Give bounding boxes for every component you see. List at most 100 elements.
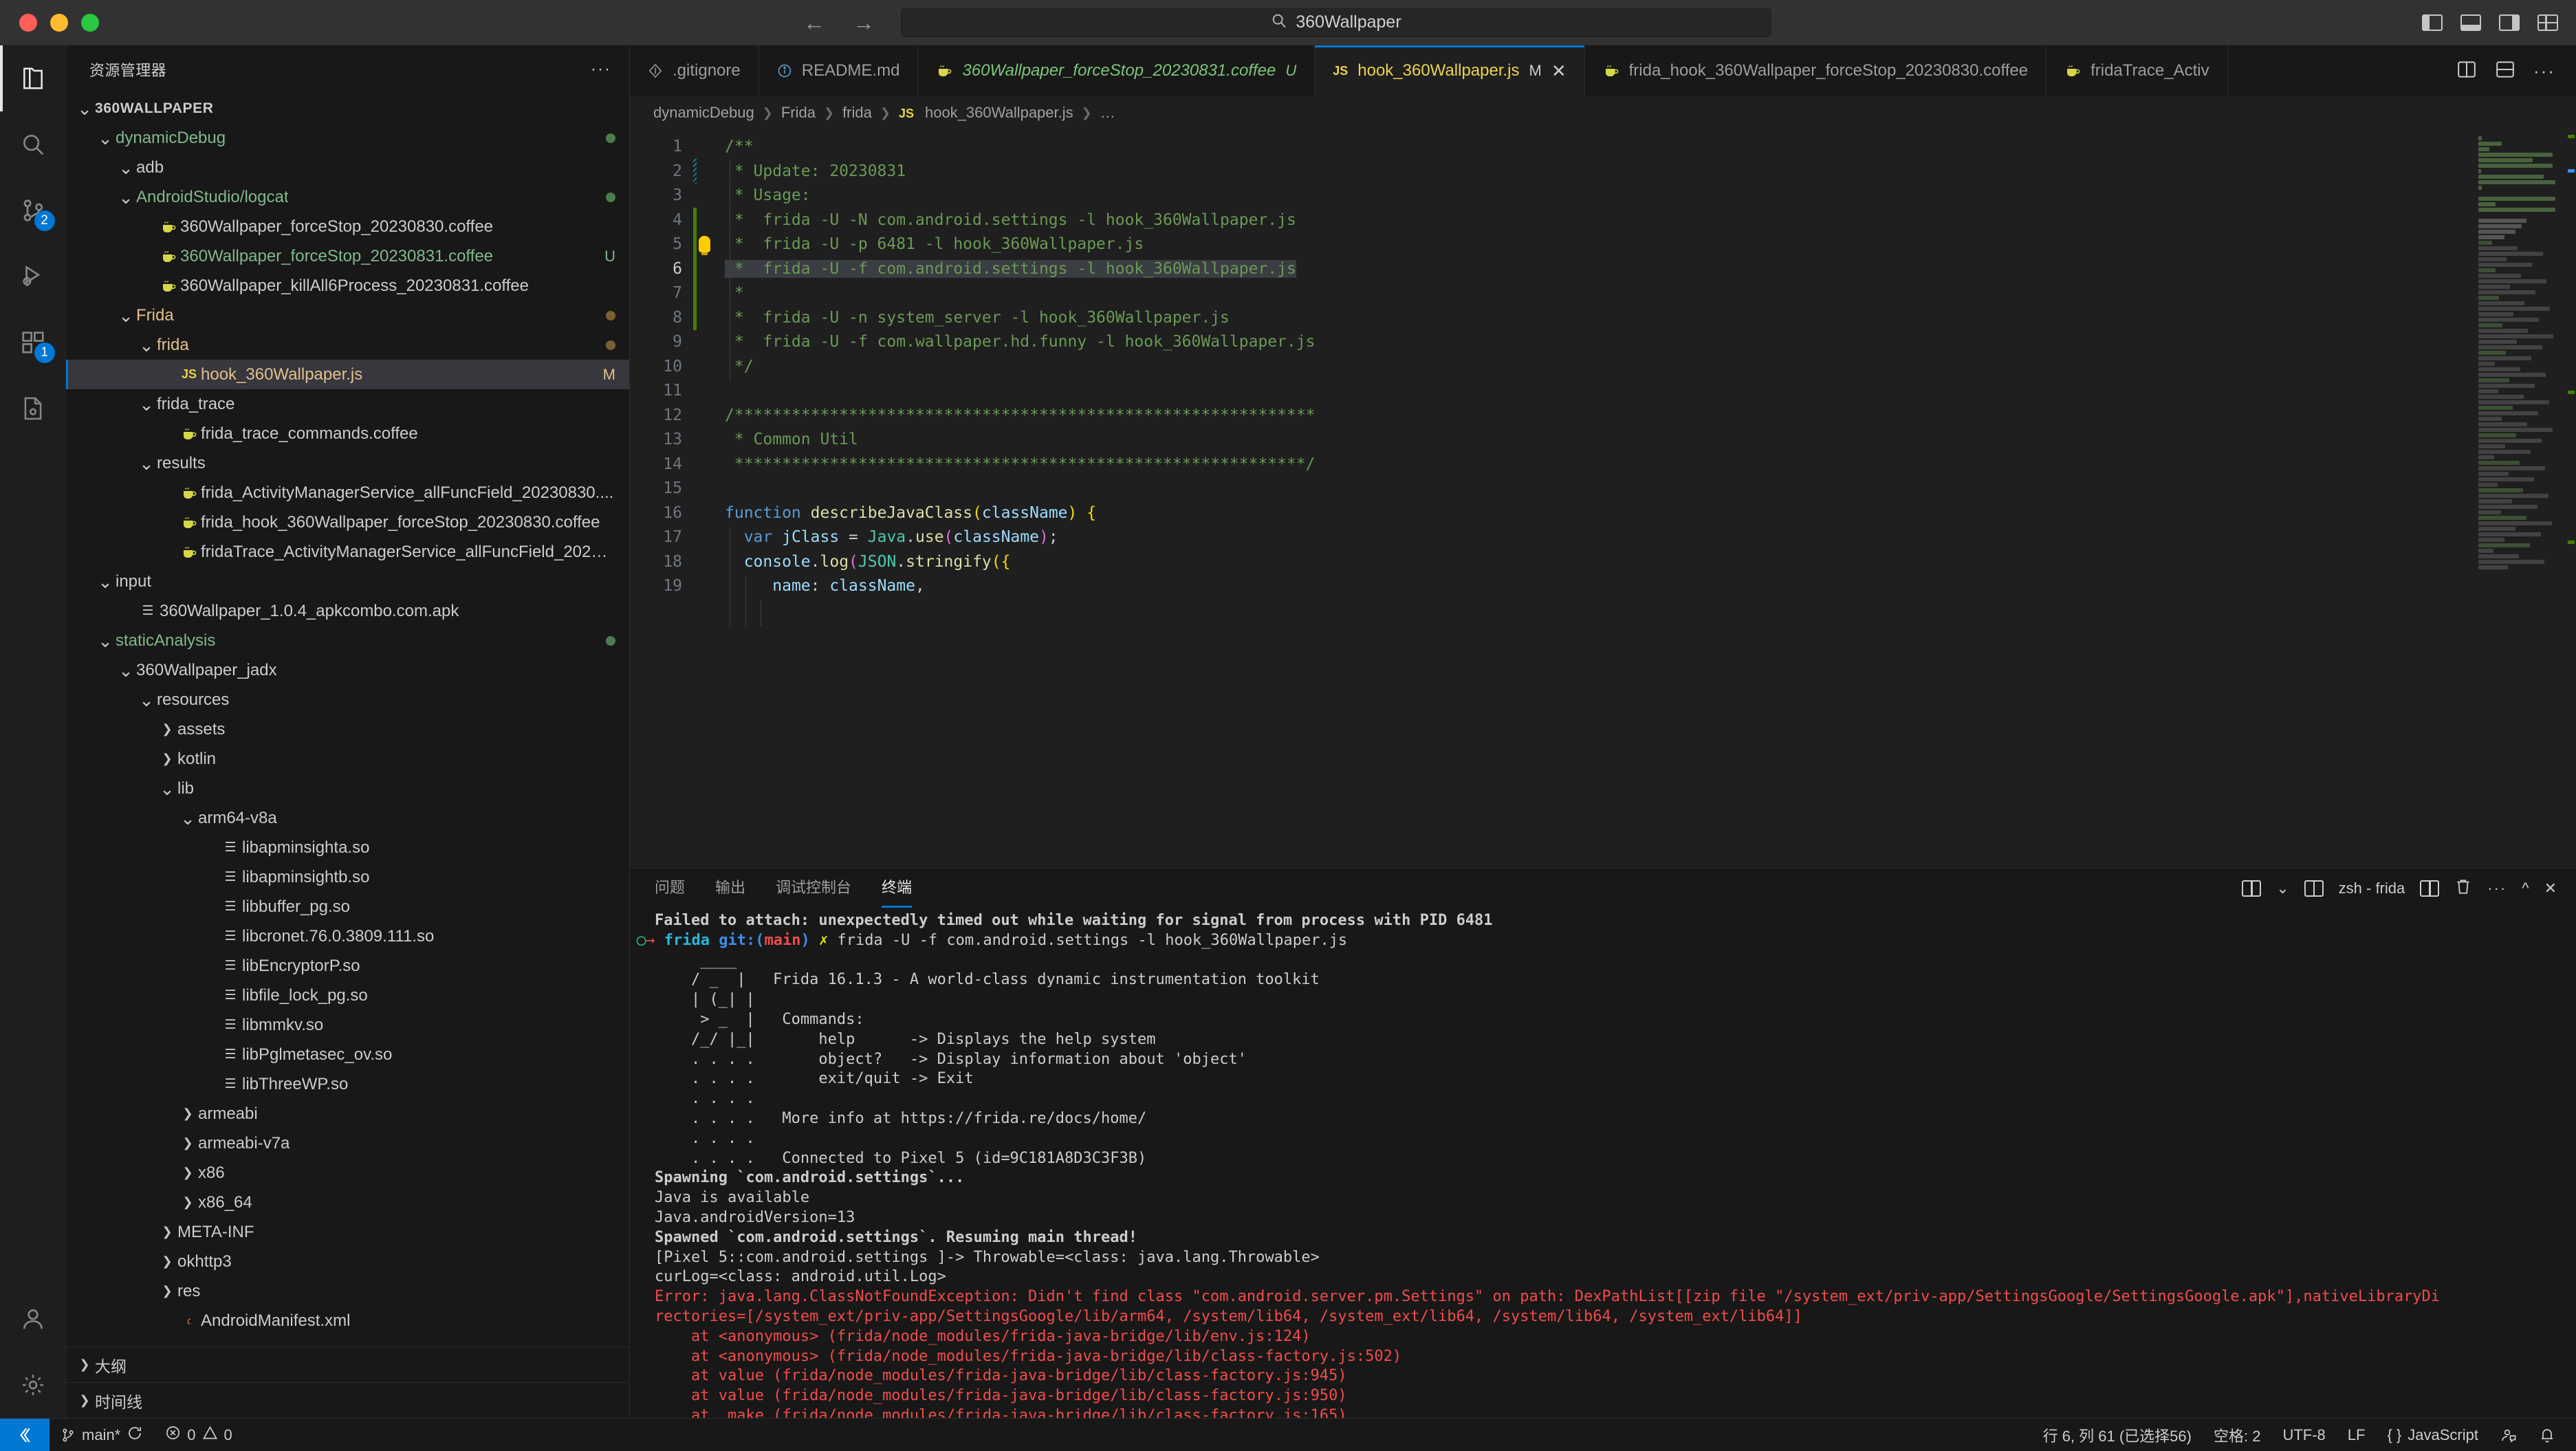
tree-folder-item[interactable]: ❯x86_64 [66, 1188, 629, 1217]
tree-folder-item[interactable]: ❯res [66, 1276, 629, 1306]
new-terminal-icon[interactable] [2420, 880, 2439, 897]
toggle-panel-icon[interactable] [2460, 14, 2481, 31]
code-line[interactable]: * frida -U -p 6481 -l hook_360Wallpaper.… [725, 232, 2473, 257]
chevron-right-icon[interactable]: ❯ [157, 1284, 177, 1298]
code-line[interactable]: console.log(JSON.stringify({ [725, 550, 2473, 575]
minimap[interactable] [2473, 129, 2576, 868]
breadcrumb-item[interactable]: dynamicDebug [653, 104, 754, 122]
panel-tab[interactable]: 输出 [715, 875, 745, 902]
tree-folder-item[interactable]: ⌄dynamicDebug [66, 123, 629, 153]
tree-folder-item[interactable]: ❯x86 [66, 1158, 629, 1188]
tree-file-item[interactable]: ☰libapminsighta.so [66, 833, 629, 862]
editor-tabs[interactable]: .gitignoreREADME.md360Wallpaper_forceSto… [630, 45, 2576, 96]
tree-folder-item[interactable]: ⌄AndroidStudio/logcat [66, 182, 629, 212]
code-line[interactable]: * frida -U -f com.android.settings -l ho… [725, 257, 2473, 282]
editor-actions[interactable]: ··· [2436, 45, 2576, 96]
chevron-right-icon[interactable]: ❯ [177, 1195, 198, 1210]
sidebar-section-outline[interactable]: ❯大纲 [66, 1346, 629, 1382]
tree-folder-item[interactable]: ⌄frida_trace [66, 389, 629, 419]
chevron-down-icon[interactable]: ⌄ [2276, 880, 2289, 897]
panel-tab[interactable]: 问题 [655, 875, 685, 902]
code-line[interactable]: * Common Util [725, 428, 2473, 452]
sidebar-section-timeline[interactable]: ❯时间线 [66, 1382, 629, 1418]
chevron-right-icon[interactable]: ❯ [177, 1136, 198, 1150]
tree-file-item[interactable]: ☰libapminsightb.so [66, 862, 629, 892]
tree-file-item[interactable]: ☰libfile_lock_pg.so [66, 981, 629, 1010]
code-line[interactable]: */ [725, 355, 2473, 380]
activity-explorer[interactable] [0, 45, 66, 111]
chevron-down-icon[interactable]: ⌄ [95, 637, 116, 644]
code-content[interactable]: /** * Update: 20230831 * Usage: * frida … [725, 129, 2473, 868]
toggle-secondary-sidebar-icon[interactable] [2499, 14, 2520, 31]
panel-more-actions-icon[interactable]: ··· [2487, 880, 2507, 897]
code-line[interactable]: * [725, 281, 2473, 306]
file-tree[interactable]: ⌄360WALLPAPER⌄dynamicDebug⌄adb⌄AndroidSt… [66, 94, 629, 1346]
layout-controls[interactable] [2422, 14, 2558, 31]
panel-tabs[interactable]: 问题输出调试控制台终端 [655, 875, 942, 902]
chevron-down-icon[interactable]: ⌄ [95, 578, 116, 585]
tree-file-item[interactable]: frida_hook_360Wallpaper_forceStop_202308… [66, 508, 629, 537]
status-language-mode[interactable]: { } JavaScript [2376, 1426, 2489, 1444]
tree-folder-item[interactable]: ⌄lib [66, 774, 629, 803]
panel-actions[interactable]: ⌄ zsh - frida ··· ^ ✕ [2242, 877, 2576, 899]
go-back-icon[interactable]: ← [803, 12, 825, 34]
terminal-output[interactable]: Failed to attach: unexpectedly timed out… [630, 908, 2576, 1418]
status-notifications[interactable] [2528, 1427, 2566, 1443]
toggle-primary-sidebar-icon[interactable] [2422, 14, 2443, 31]
tree-folder-item[interactable]: ⌄arm64-v8a [66, 803, 629, 833]
code-line[interactable]: * Usage: [725, 184, 2473, 208]
tree-folder-item[interactable]: ⌄staticAnalysis [66, 626, 629, 655]
chevron-down-icon[interactable]: ⌄ [116, 194, 136, 201]
tree-folder-item[interactable]: ⌄resources [66, 685, 629, 714]
code-editor[interactable]: 12345678910111213141516171819 /** * Upda… [630, 129, 2473, 868]
panel-tab[interactable]: 调试控制台 [776, 875, 851, 902]
tree-folder-item[interactable]: ⌄Frida [66, 301, 629, 330]
chevron-right-icon[interactable]: ❯ [177, 1166, 198, 1180]
chevron-down-icon[interactable]: ⌄ [177, 815, 198, 822]
tree-folder-item[interactable]: ❯kotlin [66, 744, 629, 774]
chevron-right-icon[interactable]: ❯ [74, 1357, 95, 1372]
code-line[interactable] [725, 477, 2473, 501]
chevron-down-icon[interactable]: ⌄ [136, 697, 157, 703]
editor-tab[interactable]: 360Wallpaper_forceStop_20230831.coffeeU [918, 45, 1315, 96]
tree-folder-item[interactable]: ⌄360Wallpaper_jadx [66, 655, 629, 685]
code-line[interactable]: ****************************************… [725, 452, 2473, 477]
tree-folder-item[interactable]: ❯assets [66, 714, 629, 744]
breadcrumb-item[interactable]: … [1100, 104, 1115, 122]
tree-file-item[interactable]: 360Wallpaper_forceStop_20230830.coffee [66, 212, 629, 241]
activity-extensions[interactable]: 1 [0, 309, 66, 375]
tree-folder-item[interactable]: ⌄frida [66, 330, 629, 360]
overview-ruler[interactable] [2566, 129, 2576, 868]
chevron-down-icon[interactable]: ⌄ [95, 135, 116, 142]
breadcrumb-item[interactable]: hook_360Wallpaper.js [925, 104, 1073, 122]
status-branch[interactable]: main* [50, 1425, 154, 1445]
status-encoding[interactable]: UTF-8 [2271, 1426, 2336, 1444]
sync-icon[interactable] [127, 1425, 143, 1445]
tree-file-item[interactable]: ☰libEncryptorP.so [66, 951, 629, 981]
activity-testing[interactable] [0, 375, 66, 441]
remote-window-icon[interactable] [0, 1419, 50, 1451]
tree-file-item[interactable]: frida_ActivityManagerService_allFuncFiel… [66, 478, 629, 508]
code-line[interactable] [725, 379, 2473, 404]
tree-file-item[interactable]: 360Wallpaper_forceStop_20230831.coffeeU [66, 241, 629, 271]
chevron-right-icon[interactable]: ❯ [157, 1254, 177, 1269]
code-line[interactable]: /** [725, 135, 2473, 160]
tree-file-item[interactable]: fridaTrace_ActivityManagerService_allFun… [66, 537, 629, 567]
code-line[interactable]: * Update: 20230831 [725, 160, 2473, 184]
chevron-down-icon[interactable]: ⌄ [116, 312, 136, 319]
tree-folder-item[interactable]: ⌄adb [66, 153, 629, 182]
activity-run-and-debug[interactable] [0, 243, 66, 309]
status-indentation[interactable]: 空格: 2 [2203, 1424, 2271, 1446]
breadcrumb[interactable]: dynamicDebug❯Frida❯frida❯JShook_360Wallp… [630, 96, 2576, 129]
tree-file-item[interactable]: ☰libcronet.76.0.3809.111.so [66, 921, 629, 951]
split-terminal-icon[interactable] [2242, 880, 2261, 897]
chevron-right-icon[interactable]: ❯ [177, 1106, 198, 1121]
activity-source-control[interactable]: 2 [0, 177, 66, 243]
status-feedback[interactable] [2489, 1427, 2528, 1443]
tree-folder-item[interactable]: ❯armeabi [66, 1099, 629, 1128]
tree-folder-item[interactable]: ❯okhttp3 [66, 1247, 629, 1276]
maximize-panel-icon[interactable]: ^ [2522, 880, 2529, 897]
tree-file-item[interactable]: ☰360Wallpaper_1.0.4_apkcombo.com.apk [66, 596, 629, 626]
chevron-down-icon[interactable]: ⌄ [136, 460, 157, 467]
chevron-down-icon[interactable]: ⌄ [136, 401, 157, 408]
